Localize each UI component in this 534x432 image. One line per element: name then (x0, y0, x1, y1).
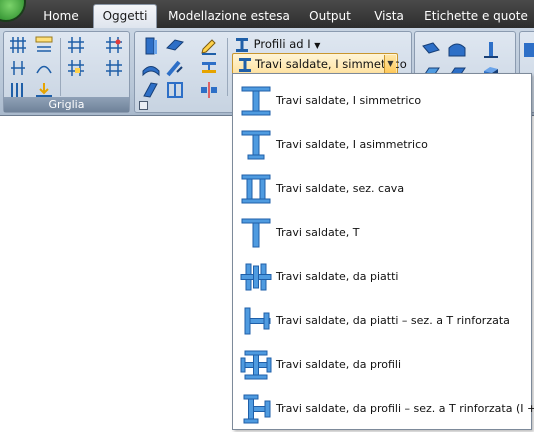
tab-home[interactable]: Home (38, 6, 84, 28)
group-separator (227, 38, 228, 96)
plates-section-icon (240, 263, 272, 291)
menu-item-label: Travi saldate, da profili – sez. a T rin… (276, 402, 534, 415)
i-beam-symmetric-icon (241, 86, 271, 116)
slab-curve-icon[interactable] (141, 58, 161, 78)
menu-item-da-profili[interactable]: Travi saldate, da profili (234, 343, 530, 387)
arc-icon[interactable] (34, 58, 54, 78)
menu-item-label: Travi saldate, I asimmetrico (276, 138, 428, 151)
group-griglia: Griglia (3, 31, 130, 113)
ribbon-tab-bar: Home Oggetti Modellazione estesa Output … (0, 0, 534, 28)
profile-type-dropdown: Travi saldate, I simmetrico Travi saldat… (232, 73, 534, 431)
tab-etichette-e-quote[interactable]: Etichette e quote (424, 6, 528, 28)
chevron-down-icon[interactable]: ▼ (384, 55, 396, 73)
menu-item-label: Travi saldate, I simmetrico (276, 94, 422, 107)
grid-edit-icon[interactable] (66, 58, 86, 78)
t-section-icon (241, 218, 271, 248)
tab-output[interactable]: Output (302, 6, 358, 28)
group-label-griglia: Griglia (4, 97, 129, 112)
menu-item-label: Travi saldate, da profili (276, 358, 402, 371)
profile-type-combobox[interactable]: Travi saldate, I simmetrico ▼ (232, 53, 407, 75)
menu-item-label: Travi saldate, da piatti – sez. a T rinf… (276, 314, 510, 327)
menu-item-i-simmetrico[interactable]: Travi saldate, I simmetrico (234, 79, 530, 123)
grid-node-icon[interactable] (104, 35, 124, 55)
menu-item-da-profili-t-rinforzata[interactable]: Travi saldate, da profili – sez. a T rin… (234, 387, 534, 431)
grid-lines-icon[interactable] (8, 35, 28, 55)
tab-modellazione-estesa[interactable]: Modellazione estesa (168, 6, 290, 28)
profiles-section-icon (240, 350, 272, 380)
group-dialog-launcher-icon[interactable] (139, 101, 148, 110)
chevron-down-icon: ▼ (314, 41, 321, 50)
tab-vista[interactable]: Vista (368, 6, 410, 28)
vertical-arrows-icon[interactable] (8, 58, 28, 78)
application-menu-button[interactable] (0, 0, 26, 22)
column-object-icon[interactable] (141, 36, 161, 56)
profili-ad-i-button[interactable]: Profili ad I ▼ (234, 34, 320, 54)
menu-item-sez-cava[interactable]: Travi saldate, sez. cava (234, 167, 530, 211)
grid-move-icon[interactable] (104, 58, 124, 78)
arch-object-icon[interactable] (447, 40, 467, 60)
split-member-icon[interactable] (199, 80, 219, 100)
beam-object-icon[interactable] (165, 36, 185, 56)
i-profile-icon (236, 37, 248, 52)
profile-assign-icon[interactable] (199, 58, 219, 78)
group-separator (60, 38, 61, 96)
profiles-reinforced-t-icon (243, 394, 271, 424)
brace-object-icon[interactable] (165, 58, 185, 78)
menu-item-i-asimmetrico[interactable]: Travi saldate, I asimmetrico (234, 123, 530, 167)
more-objects-icon[interactable] (522, 40, 534, 60)
vertical-member-icon[interactable] (481, 40, 501, 60)
grid-axis-icon[interactable] (66, 35, 86, 55)
edit-pencil-icon[interactable] (199, 36, 219, 56)
menu-item-label: Travi saldate, T (276, 226, 360, 239)
tab-oggetti[interactable]: Oggetti (93, 4, 157, 28)
menu-item-da-piatti[interactable]: Travi saldate, da piatti (234, 255, 530, 299)
grid-spacing-icon[interactable] (34, 35, 54, 55)
menu-item-label: Travi saldate, da piatti (276, 270, 399, 283)
frame-object-icon[interactable] (165, 80, 185, 100)
hollow-section-icon (241, 174, 271, 204)
wall-object-icon[interactable] (421, 40, 441, 60)
menu-item-t[interactable]: Travi saldate, T (234, 211, 530, 255)
plate-object-icon[interactable] (141, 80, 161, 100)
profili-ad-i-label: Profili ad I (253, 37, 311, 51)
menu-item-label: Travi saldate, sez. cava (276, 182, 405, 195)
plates-reinforced-t-icon (244, 307, 271, 335)
menu-item-da-piatti-t-rinforzata[interactable]: Travi saldate, da piatti – sez. a T rinf… (234, 299, 530, 343)
i-beam-asymmetric-icon (241, 130, 271, 160)
